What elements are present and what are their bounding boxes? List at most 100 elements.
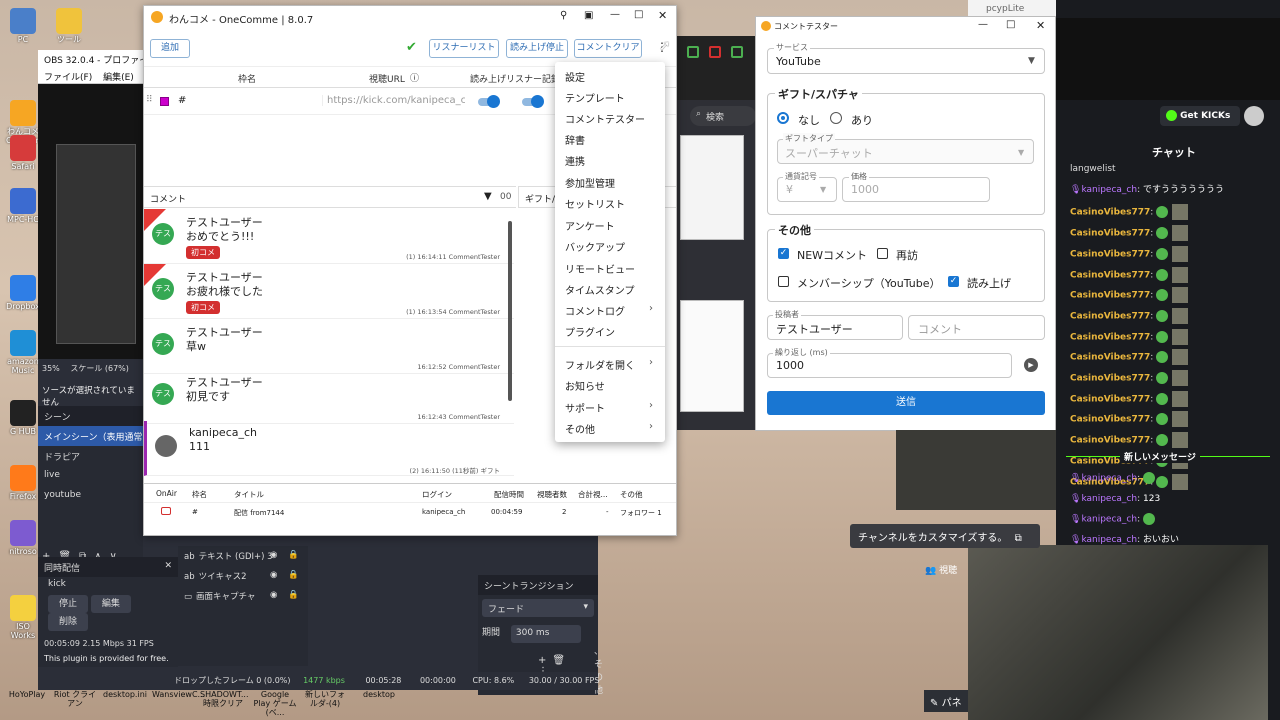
taskbar-item[interactable]: SHADOWT... 時限クリア (200, 690, 249, 708)
menu-item[interactable]: コメントログ › (565, 303, 655, 319)
desktop-icon[interactable]: G HUB (6, 400, 40, 436)
chat-message[interactable]: langwelist (1070, 163, 1116, 175)
new-comment-checkbox[interactable]: ✓ (778, 248, 789, 259)
chat-message[interactable]: CasinoVibes777: (1070, 411, 1189, 428)
membership-checkbox[interactable] (778, 276, 789, 287)
comment-scrollbar[interactable] (508, 221, 512, 401)
eye-icon[interactable]: ◉ (270, 570, 277, 580)
browser-search-box[interactable]: ⌕ 検索 (690, 106, 756, 126)
chat-message[interactable]: CasinoVibes777: (1070, 204, 1189, 221)
chat-message[interactable]: CasinoVibes777: (1070, 287, 1189, 304)
panel-button[interactable]: ✎ パネ (924, 690, 968, 712)
chat-message[interactable]: CasinoVibes777: (1070, 432, 1189, 449)
scene-item[interactable]: live (38, 466, 143, 486)
add-button[interactable]: 追加 (150, 39, 190, 58)
menu-item[interactable]: 連携 (565, 153, 655, 169)
minimize-icon[interactable]: — (978, 19, 988, 30)
chat-message[interactable]: 🎙kanipeca_ch: ですううううううう (1070, 184, 1224, 196)
source-item[interactable]: ▭ 画面キャプチャ ◉ 🔒 (178, 586, 308, 606)
source-item[interactable]: ab ツイキャス2 ◉ 🔒 (178, 566, 308, 586)
desktop-icon[interactable]: ISO Works (6, 595, 40, 640)
menu-item[interactable]: バックアップ (565, 239, 655, 255)
duration-input[interactable]: 300 ms (510, 625, 581, 643)
multistream-edit-button[interactable]: 編集 (90, 595, 131, 613)
zoom-level[interactable]: 35% (42, 364, 60, 373)
taskbar-item[interactable]: Google Play ゲーム (ベ... (252, 690, 298, 717)
scene-item[interactable]: youtube (38, 486, 143, 506)
desktop-icon[interactable]: nitroso (6, 520, 40, 556)
radio-none[interactable] (777, 112, 789, 124)
close-icon[interactable]: ✕ (164, 561, 172, 571)
chat-message[interactable]: CasinoVibes777: (1070, 225, 1189, 242)
taskbar-item[interactable]: desktop (356, 690, 402, 699)
comment-item[interactable]: テス テストユーザー お疲れ様でした 初コメ (1) 16:13:54 CommentT… (144, 264, 514, 319)
maximize-icon[interactable]: □ (1006, 19, 1015, 30)
close-icon[interactable]: ✕ (1036, 19, 1045, 32)
lock-icon[interactable]: 🔒 (288, 590, 299, 600)
comment-item[interactable]: kanipeca_ch 111 (2) 16:11:50 (11秒前) ギフト (144, 421, 514, 476)
minimize-icon[interactable]: — (610, 9, 620, 20)
broadcast-row[interactable]: # 配信 from7144 kanipeca_ch 00:04:59 2 - フ… (144, 503, 676, 523)
menu-item[interactable]: その他 › (565, 421, 655, 437)
listener-record-toggle[interactable] (522, 95, 544, 108)
stop-reading-button[interactable]: 読み上げ停止 (506, 39, 568, 58)
desktop-icon[interactable]: Safari (6, 135, 40, 171)
read-aloud-checkbox[interactable]: ✓ (948, 276, 959, 287)
desktop-icon[interactable]: Dropbox (6, 275, 40, 311)
frame-url[interactable]: https://kick.com/kanipeca_ch (322, 95, 465, 106)
chat-message[interactable]: CasinoVibes777: (1070, 307, 1189, 324)
obs-menu-edit[interactable]: 編集(E) (103, 73, 134, 83)
menu-item[interactable]: 設定 (565, 69, 655, 85)
pin-icon[interactable]: ⚲ (560, 10, 567, 21)
obs-menu-file[interactable]: ファイル(F) (44, 73, 92, 83)
chat-message[interactable]: CasinoVibes777: (1070, 266, 1189, 283)
lock-icon[interactable]: 🔒 (288, 570, 299, 580)
scene-item[interactable]: ドラピア (38, 446, 143, 466)
desktop-icon[interactable]: PC (6, 8, 40, 44)
menu-item[interactable]: サポート › (565, 400, 655, 416)
check-icon[interactable]: ✔ (406, 40, 417, 55)
lock-icon[interactable]: 🔒 (288, 550, 299, 560)
window-icon[interactable]: ▣ (584, 10, 593, 21)
desktop-icon[interactable]: MPC-HC (6, 188, 40, 224)
frame-name[interactable]: # (178, 95, 186, 106)
comment-clear-button[interactable]: コメントクリア (574, 39, 642, 58)
revisit-checkbox[interactable] (877, 248, 888, 259)
play-icon[interactable]: ▶ (1024, 358, 1038, 372)
get-kicks-button[interactable]: Get KICKs (1160, 106, 1240, 126)
close-icon[interactable]: ✕ (658, 9, 667, 22)
multistream-stop-button[interactable]: 停止 (48, 595, 88, 613)
comment-item[interactable]: テス テストユーザー おめでとう!!! 初コメ (1) 16:14:11 Comment… (144, 209, 514, 264)
maximize-icon[interactable]: □ (634, 9, 643, 20)
taskbar-item[interactable]: Riot クライアン (52, 690, 98, 708)
chat-message[interactable]: 🎙kanipeca_ch: (1070, 513, 1156, 526)
comment-item[interactable]: テス テストユーザー 草w 16:12:52 CommentTester (144, 319, 514, 374)
comment-item[interactable]: テス テストユーザー 初見です 16:12:43 CommentTester (144, 369, 514, 424)
read-aloud-toggle[interactable] (478, 95, 500, 108)
menu-item[interactable]: フォルダを開く › (565, 357, 655, 373)
chat-message[interactable]: CasinoVibes777: (1070, 390, 1189, 407)
desktop-icon[interactable]: amazon Music (6, 330, 40, 375)
taskbar-item[interactable]: WansviewC... (152, 690, 205, 699)
taskbar-item[interactable]: 新しいフォルダ-(4) (302, 690, 348, 708)
chat-message[interactable]: 🎙kanipeca_ch: 123 (1070, 493, 1160, 505)
menu-item[interactable]: テンプレート (565, 90, 655, 106)
chat-message[interactable]: CasinoVibes777: (1070, 370, 1189, 386)
menu-item[interactable]: セットリスト (565, 196, 655, 212)
taskbar-item[interactable]: desktop.ini (102, 690, 148, 699)
radio-yes[interactable] (830, 112, 842, 124)
chat-message[interactable]: CasinoVibes777: (1070, 349, 1189, 366)
eye-icon[interactable]: ◉ (270, 590, 277, 600)
avatar[interactable] (1244, 106, 1264, 126)
customize-channel-tooltip[interactable]: チャンネルをカスタマイズする。 ⧉ (850, 524, 1040, 548)
chat-message[interactable]: 🎙kanipeca_ch: (1070, 472, 1156, 485)
menu-item[interactable]: 辞書 (565, 132, 655, 148)
menu-item[interactable]: リモートビュー (565, 261, 655, 277)
desktop-icon[interactable]: ツール (52, 8, 86, 44)
menu-item[interactable]: アンケート (565, 218, 655, 234)
drag-handle-icon[interactable]: ⠿ (146, 95, 153, 105)
transition-select[interactable]: フェード ▾ (482, 599, 594, 617)
scene-item[interactable]: メインシーン（表用通常こ (38, 426, 143, 446)
chat-message[interactable]: CasinoVibes777: (1070, 245, 1189, 262)
menu-item[interactable]: プラグイン (565, 324, 655, 340)
